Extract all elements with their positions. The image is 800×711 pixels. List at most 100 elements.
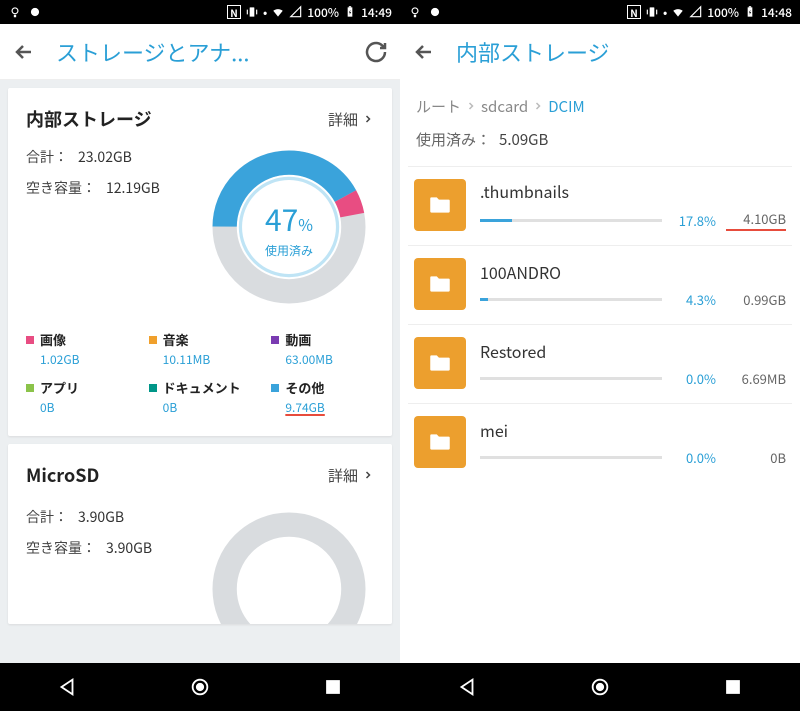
vibrate-icon: [245, 5, 259, 19]
breadcrumb-segment[interactable]: DCIM: [548, 96, 584, 117]
nav-back-button[interactable]: [456, 676, 478, 698]
chevron-right-icon: [465, 96, 477, 117]
clock: 14:48: [761, 4, 792, 21]
legend: 画像 1.02GB 音楽 10.11MB 動画 63.00MB アプリ0B ドキュメント0B そ…: [26, 330, 374, 416]
refresh-button[interactable]: [364, 40, 388, 64]
chevron-right-icon: [362, 469, 374, 481]
folder-icon: [414, 337, 466, 389]
used-label: 使用済み: [265, 242, 313, 259]
card-title: 内部ストレージ: [26, 106, 152, 132]
bulb-icon: [408, 5, 422, 19]
folder-icon: [414, 416, 466, 468]
folder-row[interactable]: mei 0.0% 0B: [408, 403, 792, 482]
battery-icon: [743, 5, 757, 19]
phone-right: N • 100% 14:48 内部ストレージ ルート sdcard DCIM 使用済…: [400, 0, 800, 711]
app-bar: 内部ストレージ: [400, 24, 800, 80]
usage-bar: [480, 219, 662, 222]
legend-item[interactable]: その他9.74GB: [271, 378, 374, 416]
bulb-icon: [8, 5, 22, 19]
wifi-icon: [671, 5, 685, 19]
storage-donut: [204, 504, 374, 624]
used-value: 5.09GB: [499, 129, 548, 150]
chevron-right-icon: [362, 113, 374, 125]
folder-list: .thumbnails 17.8% 4.10GB 100ANDRO 4.3% 0…: [408, 166, 792, 482]
wifi-icon: [271, 5, 285, 19]
breadcrumb-segment[interactable]: sdcard: [481, 96, 528, 117]
nav-home-button[interactable]: [589, 676, 611, 698]
content-area[interactable]: 内部ストレージ 詳細 合計：23.02GB 空き容量：12.19GB: [0, 80, 400, 663]
folder-row[interactable]: .thumbnails 17.8% 4.10GB: [408, 166, 792, 245]
folder-name: 100ANDRO: [480, 260, 786, 284]
legend-label: 画像: [40, 330, 66, 349]
legend-item[interactable]: 動画 63.00MB: [271, 330, 374, 368]
details-button[interactable]: 詳細: [328, 109, 374, 130]
card-title: MicroSD: [26, 462, 99, 488]
app-bar: ストレージとアナ...: [0, 24, 400, 80]
back-button[interactable]: [12, 40, 36, 64]
used-label: 使用済み：: [416, 129, 491, 150]
breadcrumb-segment[interactable]: ルート: [416, 96, 461, 117]
battery-icon: [343, 5, 357, 19]
legend-item[interactable]: 画像 1.02GB: [26, 330, 129, 368]
legend-label: アプリ: [40, 378, 79, 397]
nfc-icon: N: [627, 5, 641, 19]
folder-name: Restored: [480, 339, 786, 363]
internal-storage-card[interactable]: 内部ストレージ 詳細 合計：23.02GB 空き容量：12.19GB: [8, 88, 392, 436]
folder-pct: 4.3%: [672, 290, 716, 309]
legend-swatch: [149, 384, 157, 392]
android-nav-bar: [0, 663, 400, 711]
legend-item[interactable]: ドキュメント0B: [149, 378, 252, 416]
folder-row[interactable]: 100ANDRO 4.3% 0.99GB: [408, 245, 792, 324]
legend-swatch: [271, 336, 279, 344]
details-button[interactable]: 詳細: [328, 465, 374, 486]
legend-label: その他: [285, 378, 324, 397]
used-pct: 47: [265, 196, 298, 240]
nfc-icon: N: [227, 5, 241, 19]
used-line: 使用済み： 5.09GB: [408, 123, 792, 166]
folder-pct: 0.0%: [672, 448, 716, 467]
legend-label: 音楽: [163, 330, 189, 349]
folder-size: 4.10GB: [726, 209, 786, 231]
details-label: 詳細: [328, 465, 358, 486]
battery-pct: 100%: [707, 4, 739, 21]
folder-size: 6.69MB: [726, 369, 786, 388]
usage-bar: [480, 377, 662, 380]
android-nav-bar: [400, 663, 800, 711]
legend-item[interactable]: 音楽 10.11MB: [149, 330, 252, 368]
folder-name: .thumbnails: [480, 179, 786, 203]
content-area[interactable]: ルート sdcard DCIM 使用済み： 5.09GB .thumbnails 17…: [400, 80, 800, 663]
free-label: 空き容量：: [26, 538, 96, 558]
page-title: ストレージとアナ...: [56, 36, 364, 68]
folder-size: 0B: [726, 448, 786, 467]
total-value: 23.02GB: [78, 147, 132, 167]
microsd-card[interactable]: MicroSD 詳細 合計：3.90GB 空き容量：3.90GB: [8, 444, 392, 624]
status-bar: N • 100% 14:49: [0, 0, 400, 24]
legend-value: 1.02GB: [40, 351, 129, 368]
breadcrumb[interactable]: ルート sdcard DCIM: [408, 80, 792, 123]
battery-pct: 100%: [307, 4, 339, 21]
circle-icon: [428, 5, 442, 19]
nav-recent-button[interactable]: [322, 676, 344, 698]
vibrate-icon: [645, 5, 659, 19]
folder-icon: [414, 179, 466, 231]
usage-bar: [480, 456, 662, 459]
legend-item[interactable]: アプリ0B: [26, 378, 129, 416]
folder-icon: [414, 258, 466, 310]
nav-recent-button[interactable]: [722, 676, 744, 698]
folder-row[interactable]: Restored 0.0% 6.69MB: [408, 324, 792, 403]
free-value: 3.90GB: [106, 538, 152, 558]
folder-pct: 17.8%: [672, 211, 716, 230]
legend-label: ドキュメント: [163, 378, 241, 397]
legend-swatch: [149, 336, 157, 344]
legend-label: 動画: [285, 330, 311, 349]
legend-value: 63.00MB: [285, 351, 374, 368]
nav-home-button[interactable]: [189, 676, 211, 698]
nav-back-button[interactable]: [56, 676, 78, 698]
total-label: 合計：: [26, 147, 68, 167]
legend-value: 10.11MB: [163, 351, 252, 368]
back-button[interactable]: [412, 40, 436, 64]
free-label: 空き容量：: [26, 178, 96, 198]
phone-left: N • 100% 14:49 ストレージとアナ... 内部ストレージ 詳細: [0, 0, 400, 711]
legend-swatch: [26, 336, 34, 344]
status-bar: N • 100% 14:48: [400, 0, 800, 24]
